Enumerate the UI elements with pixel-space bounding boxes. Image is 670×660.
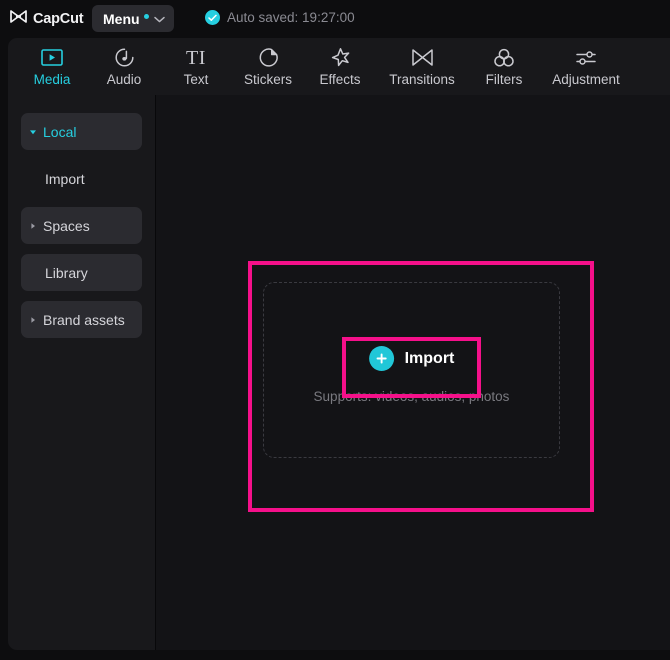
tab-adjustment[interactable]: Adjustment <box>540 41 632 93</box>
capcut-logo-icon <box>9 9 28 29</box>
tab-transitions-label: Transitions <box>389 71 455 87</box>
title-bar: CapCut Menu Auto saved: 19:27:00 <box>0 0 670 38</box>
check-circle-icon <box>205 10 220 25</box>
tab-filters[interactable]: Filters <box>468 41 540 93</box>
tab-adjustment-label: Adjustment <box>552 71 620 87</box>
tab-filters-label: Filters <box>485 71 523 87</box>
sidebar-item-local[interactable]: Local <box>21 113 142 150</box>
menu-button-label: Menu <box>103 10 140 27</box>
sidebar-item-import-label: Import <box>45 170 85 187</box>
tab-transitions[interactable]: Transitions <box>376 41 468 93</box>
triangle-right-icon <box>29 222 40 230</box>
tab-stickers[interactable]: Stickers <box>232 41 304 93</box>
tab-effects[interactable]: Effects <box>304 41 376 93</box>
capcut-window: CapCut Menu Auto saved: 19:27:00 Media A… <box>0 0 670 660</box>
sidebar-item-brand-assets-label: Brand assets <box>43 311 125 328</box>
import-dropzone[interactable]: Import Supports: videos, audios, photos <box>263 282 560 458</box>
tab-media[interactable]: Media <box>16 41 88 93</box>
app-name: CapCut <box>33 10 84 27</box>
import-button[interactable]: Import <box>365 340 459 377</box>
tab-text[interactable]: TI Text <box>160 41 232 93</box>
sidebar-nav: Local Import Spaces Library Brand assets <box>21 113 142 348</box>
adjustment-sliders-icon <box>575 47 598 69</box>
tab-effects-label: Effects <box>319 71 361 87</box>
app-logo: CapCut <box>9 9 84 29</box>
sidebar-item-spaces[interactable]: Spaces <box>21 207 142 244</box>
sidebar-item-local-label: Local <box>43 123 77 140</box>
media-sidebar: Local Import Spaces Library Brand assets <box>8 95 155 650</box>
triangle-right-icon <box>29 316 40 324</box>
sidebar-item-import[interactable]: Import <box>21 160 142 197</box>
tab-audio[interactable]: Audio <box>88 41 160 93</box>
sticker-folded-circle-icon <box>258 47 279 69</box>
media-content-area: Import Supports: videos, audios, photos <box>156 95 670 650</box>
sidebar-item-library[interactable]: Library <box>21 254 142 291</box>
chevron-down-icon <box>153 10 165 28</box>
plus-circle-icon <box>368 346 394 371</box>
sidebar-item-library-label: Library <box>45 264 88 281</box>
menu-button[interactable]: Menu <box>92 5 174 32</box>
supports-caption: Supports: videos, audios, photos <box>313 389 510 404</box>
autosave-status: Auto saved: 19:27:00 <box>205 10 355 25</box>
autosave-text: Auto saved: 19:27:00 <box>227 9 355 25</box>
effects-sparkle-icon <box>330 47 351 69</box>
triangle-down-icon <box>29 128 40 136</box>
tab-media-label: Media <box>33 71 71 87</box>
filters-circles-icon <box>493 47 515 69</box>
transitions-bowtie-icon <box>411 47 434 69</box>
media-play-rect-icon <box>41 47 63 69</box>
audio-note-icon <box>114 47 135 69</box>
tab-stickers-label: Stickers <box>243 71 292 87</box>
tab-audio-label: Audio <box>106 71 142 87</box>
sidebar-item-spaces-label: Spaces <box>43 217 90 234</box>
tab-text-label: Text <box>183 71 209 87</box>
text-ti-icon: TI <box>186 46 206 69</box>
import-button-label: Import <box>404 349 455 367</box>
sidebar-item-brand-assets[interactable]: Brand assets <box>21 301 142 338</box>
main-tab-bar: Media Audio TI Text Stickers Effects Tra… <box>8 38 670 95</box>
menu-notification-dot <box>143 13 149 19</box>
